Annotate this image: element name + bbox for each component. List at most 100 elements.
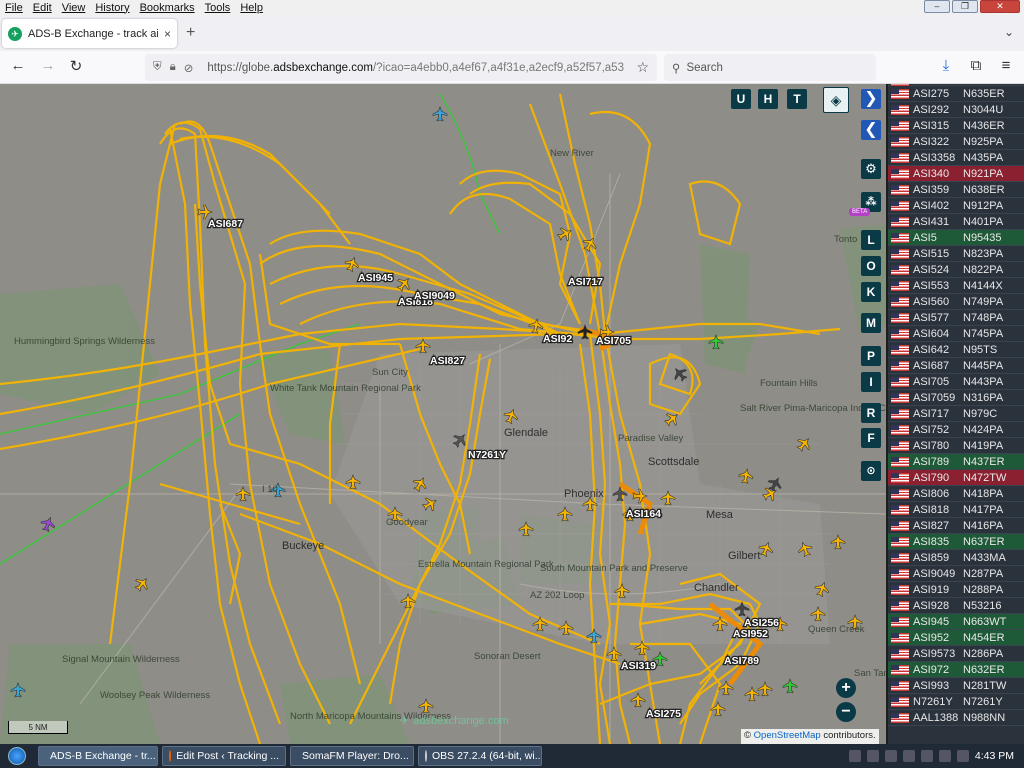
aircraft-label[interactable]: ASI319 [620, 659, 658, 674]
task-chrome-somafm[interactable]: SomaFM Player: Dro... [290, 746, 414, 766]
settings-gear-icon[interactable]: ⚙ [861, 159, 881, 179]
extensions-icon[interactable]: ⧉ [966, 57, 986, 74]
task-obs[interactable]: OBS 27.2.4 (64-bit, wi... [418, 746, 542, 766]
collapse-left-icon[interactable]: ❮ [861, 120, 881, 140]
replay-icon[interactable]: ⊙ [861, 461, 881, 481]
table-row[interactable]: ASI752 N424PA [888, 422, 1024, 438]
bookmark-star-icon[interactable]: ☆ [636, 59, 649, 76]
table-row[interactable]: ASI806 N418PA [888, 486, 1024, 502]
aircraft-label[interactable]: ASI827 [429, 354, 467, 369]
network-icon[interactable] [938, 750, 951, 762]
table-row[interactable]: ASI928 N53216 [888, 598, 1024, 614]
map-canvas[interactable]: ASI687ASI945ASI818ASI9049ASI717ASI92 ASI7… [0, 84, 886, 744]
table-row[interactable]: ASI431 N401PA [888, 214, 1024, 230]
table-row[interactable]: ASI789 N437ER [888, 454, 1024, 470]
table-row[interactable]: ASI717 N979C [888, 406, 1024, 422]
menu-view[interactable]: View [57, 2, 91, 14]
url-bar[interactable]: ⛨ 🔒︎ ⊘ https://globe.adsbexchange.com/?i… [145, 54, 657, 81]
clock[interactable]: 4:43 PM [975, 750, 1014, 762]
start-button[interactable] [0, 744, 34, 768]
task-firefox-adsb[interactable]: ADS-B Exchange - tr... [38, 746, 158, 766]
table-row[interactable]: ASI5 N95435 [888, 230, 1024, 246]
table-row[interactable]: ASI604 N745PA [888, 326, 1024, 342]
app-menu-icon[interactable]: ≡ [996, 57, 1016, 74]
table-row[interactable]: ASI9049 N287PA [888, 566, 1024, 582]
tray-icon[interactable] [866, 750, 879, 762]
table-row[interactable]: ASI993 N281TW [888, 678, 1024, 694]
menu-bookmarks[interactable]: Bookmarks [135, 2, 200, 14]
table-row[interactable]: ASI705 N443PA [888, 374, 1024, 390]
zoom-in-button[interactable]: + [836, 678, 856, 698]
task-firefox-edit-post[interactable]: Edit Post ‹ Tracking ... [162, 746, 286, 766]
aircraft-label[interactable]: ASI717 [567, 275, 605, 290]
openstreetmap-link[interactable]: OpenStreetMap [754, 730, 821, 741]
flight-map[interactable]: ASI687 ASI945 ASI818 ASI9049 ASI717 ASI92 ASI7… [0, 84, 886, 744]
tab-close-icon[interactable]: × [164, 27, 171, 41]
aircraft-label[interactable]: ASI705 [595, 334, 633, 349]
aircraft-label[interactable]: ASI952 [732, 627, 770, 642]
aircraft-label[interactable]: N7261Y [467, 448, 508, 463]
list-all-tabs-icon[interactable]: ⌄ [1004, 25, 1014, 39]
table-row[interactable]: ASI859 N433MA [888, 550, 1024, 566]
button-o[interactable]: O [861, 256, 881, 276]
button-l[interactable]: L [861, 230, 881, 250]
table-row[interactable]: ASI642 N95TS [888, 342, 1024, 358]
table-row[interactable]: ASI952 N454ER [888, 630, 1024, 646]
button-t[interactable]: T [787, 89, 807, 109]
aircraft-label[interactable]: ASI275 [645, 707, 683, 722]
aircraft-label[interactable]: ASI945 [357, 271, 395, 286]
tracking-shield-icon[interactable]: ⛨ [153, 61, 162, 74]
aircraft-label[interactable]: ASI687 [207, 217, 245, 232]
tray-icon[interactable] [848, 750, 861, 762]
volume-icon[interactable] [956, 750, 969, 762]
new-tab-button[interactable]: + [186, 24, 195, 42]
table-row[interactable]: ASI524 N822PA [888, 262, 1024, 278]
table-row[interactable]: ASI275 N635ER [888, 86, 1024, 102]
expand-right-icon[interactable]: ❯ [861, 89, 881, 109]
table-row[interactable]: ASI818 N417PA [888, 502, 1024, 518]
menu-file[interactable]: File [0, 2, 28, 14]
table-row[interactable]: ASI780 N419PA [888, 438, 1024, 454]
aircraft-label[interactable]: ASI164 [625, 507, 663, 522]
menu-help[interactable]: Help [235, 2, 268, 14]
table-row[interactable]: ASI9573 N286PA [888, 646, 1024, 662]
table-row[interactable]: ASI972 N632ER [888, 662, 1024, 678]
tab-adsb[interactable]: ✈ ADS-B Exchange - track aircraft × [2, 19, 177, 48]
close-window-button[interactable]: ✕ [980, 0, 1020, 13]
permissions-icon[interactable]: ⊘ [184, 61, 194, 75]
tray-icon[interactable] [902, 750, 915, 762]
lock-icon[interactable]: 🔒︎ [170, 61, 176, 74]
table-row[interactable]: ASI359 N638ER [888, 182, 1024, 198]
search-input[interactable]: ⚲ Search [664, 54, 876, 81]
button-p[interactable]: P [861, 346, 881, 366]
aircraft-label[interactable]: ASI789 [723, 654, 761, 669]
button-f[interactable]: F [861, 428, 881, 448]
button-i[interactable]: I [861, 372, 881, 392]
table-row[interactable]: ASI835 N637ER [888, 534, 1024, 550]
table-row[interactable]: N7261Y N7261Y [888, 694, 1024, 710]
reload-button[interactable]: ↻ [66, 57, 86, 75]
maximize-button[interactable]: ❐ [952, 0, 978, 13]
forward-button[interactable]: → [38, 57, 58, 74]
button-m[interactable]: M [861, 313, 881, 333]
table-row[interactable]: ASI7059 N316PA [888, 390, 1024, 406]
table-row[interactable]: AAL1388 N988NN [888, 710, 1024, 726]
menu-history[interactable]: History [90, 2, 134, 14]
table-row[interactable]: ASI827 N416PA [888, 518, 1024, 534]
back-button[interactable]: ← [8, 57, 28, 74]
battery-icon[interactable] [920, 750, 933, 762]
download-icon[interactable]: ⤓ [936, 57, 956, 74]
aircraft-label[interactable]: ASI9049 [413, 289, 457, 304]
minimize-button[interactable]: – [924, 0, 950, 13]
table-row[interactable]: ASI790 N472TW [888, 470, 1024, 486]
table-row[interactable]: ASI315 N436ER [888, 118, 1024, 134]
table-row[interactable]: ASI553 N4144X [888, 278, 1024, 294]
tray-icon[interactable] [884, 750, 897, 762]
table-row[interactable]: ASI919 N288PA [888, 582, 1024, 598]
button-u[interactable]: U [731, 89, 751, 109]
aircraft-label[interactable]: ASI92 [542, 332, 574, 347]
table-row[interactable]: ASI577 N748PA [888, 310, 1024, 326]
button-k[interactable]: K [861, 282, 881, 302]
zoom-out-button[interactable]: − [836, 702, 856, 722]
button-r[interactable]: R [861, 403, 881, 423]
